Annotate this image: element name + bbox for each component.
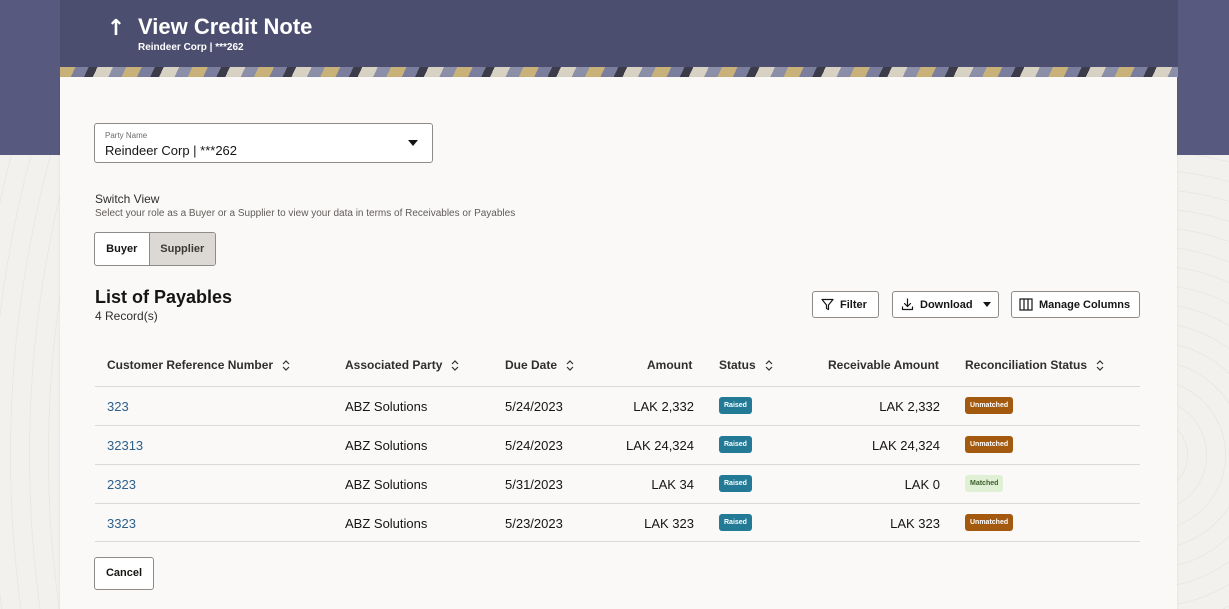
reconciliation-badge: Unmatched <box>965 397 1014 414</box>
amount-cell: LAK 34 <box>651 477 694 492</box>
due-date-cell: 5/23/2023 <box>505 516 563 531</box>
receivable-amount-cell: LAK 323 <box>890 516 940 531</box>
column-header-label: Receivable Amount <box>828 358 939 372</box>
associated-party-cell: ABZ Solutions <box>345 399 428 414</box>
associated-party-cell: ABZ Solutions <box>345 477 428 492</box>
due-date-cell: 5/24/2023 <box>505 399 563 414</box>
receivable-amount-cell: LAK 2,332 <box>879 399 940 414</box>
role-toggle: Buyer Supplier <box>94 232 216 266</box>
header-decoration <box>60 67 1178 77</box>
list-title: List of Payables <box>95 287 233 307</box>
status-badge: Raised <box>719 475 752 492</box>
switch-view-title: Switch View <box>95 192 160 206</box>
download-button-label: Download <box>920 298 973 311</box>
amount-cell: LAK 24,324 <box>626 438 694 453</box>
reconciliation-badge: Unmatched <box>965 514 1014 531</box>
table-row: 323 ABZ Solutions 5/24/2023 LAK 2,332 Ra… <box>95 386 1140 425</box>
filter-icon <box>821 298 834 311</box>
up-arrow-icon[interactable]: ↑ <box>104 16 128 42</box>
reference-link[interactable]: 32313 <box>107 438 143 453</box>
reference-link[interactable]: 3323 <box>107 516 136 531</box>
amount-cell: LAK 323 <box>644 516 694 531</box>
column-header-receivable-amount: Receivable Amount <box>828 358 939 372</box>
cancel-button[interactable]: Cancel <box>94 557 154 590</box>
chevron-down-icon <box>982 302 991 307</box>
column-header-reconciliation-status[interactable]: Reconciliation Status <box>965 358 1104 372</box>
column-header-label: Associated Party <box>345 358 443 372</box>
sort-icon <box>765 359 773 371</box>
party-name-label: Party Name <box>105 131 148 140</box>
column-header-reference[interactable]: Customer Reference Number <box>107 358 290 372</box>
due-date-cell: 5/24/2023 <box>505 438 563 453</box>
filter-button-label: Filter <box>840 298 867 311</box>
switch-view-description: Select your role as a Buyer or a Supplie… <box>95 208 516 219</box>
table-row: 3323 ABZ Solutions 5/23/2023 LAK 323 Rai… <box>95 503 1140 542</box>
download-icon <box>901 298 914 311</box>
buyer-toggle-button[interactable]: Buyer <box>95 233 150 265</box>
party-name-select[interactable]: Party Name Reindeer Corp | ***262 <box>94 123 433 163</box>
receivable-amount-cell: LAK 24,324 <box>872 438 940 453</box>
status-badge: Raised <box>719 514 752 531</box>
sort-icon <box>566 359 574 371</box>
supplier-toggle-button[interactable]: Supplier <box>149 233 215 265</box>
due-date-cell: 5/31/2023 <box>505 477 563 492</box>
sort-icon <box>1096 359 1104 371</box>
column-header-amount: Amount <box>647 358 692 372</box>
caret-down-icon <box>408 140 418 146</box>
reference-link[interactable]: 2323 <box>107 477 136 492</box>
record-count: 4 Record(s) <box>95 309 158 323</box>
column-header-label: Due Date <box>505 358 558 372</box>
column-header-label: Customer Reference Number <box>107 358 274 372</box>
page-subtitle: Reindeer Corp | ***262 <box>138 42 244 53</box>
manage-columns-button[interactable]: Manage Columns <box>1011 291 1140 318</box>
reconciliation-badge: Unmatched <box>965 436 1014 453</box>
status-badge: Raised <box>719 436 752 453</box>
party-name-value: Reindeer Corp | ***262 <box>105 143 238 158</box>
sort-icon <box>451 359 459 371</box>
manage-columns-label: Manage Columns <box>1039 298 1131 311</box>
download-button[interactable]: Download <box>892 291 999 318</box>
column-header-status[interactable]: Status <box>719 358 773 372</box>
column-header-label: Amount <box>647 358 693 372</box>
status-badge: Raised <box>719 397 752 414</box>
reconciliation-badge: Matched <box>965 475 1004 492</box>
table-row: 32313 ABZ Solutions 5/24/2023 LAK 24,324… <box>95 425 1140 464</box>
reference-link[interactable]: 323 <box>107 399 129 414</box>
column-header-label: Status <box>719 358 756 372</box>
column-header-associated-party[interactable]: Associated Party <box>345 358 459 372</box>
page-title: View Credit Note <box>138 14 313 39</box>
sort-icon <box>282 359 290 371</box>
column-header-label: Reconciliation Status <box>965 358 1088 372</box>
column-header-due-date[interactable]: Due Date <box>505 358 574 372</box>
table-row: 2323 ABZ Solutions 5/31/2023 LAK 34 Rais… <box>95 464 1140 503</box>
amount-cell: LAK 2,332 <box>633 399 694 414</box>
associated-party-cell: ABZ Solutions <box>345 438 428 453</box>
receivable-amount-cell: LAK 0 <box>904 477 940 492</box>
columns-icon <box>1019 298 1033 311</box>
associated-party-cell: ABZ Solutions <box>345 516 428 531</box>
filter-button[interactable]: Filter <box>812 291 879 318</box>
